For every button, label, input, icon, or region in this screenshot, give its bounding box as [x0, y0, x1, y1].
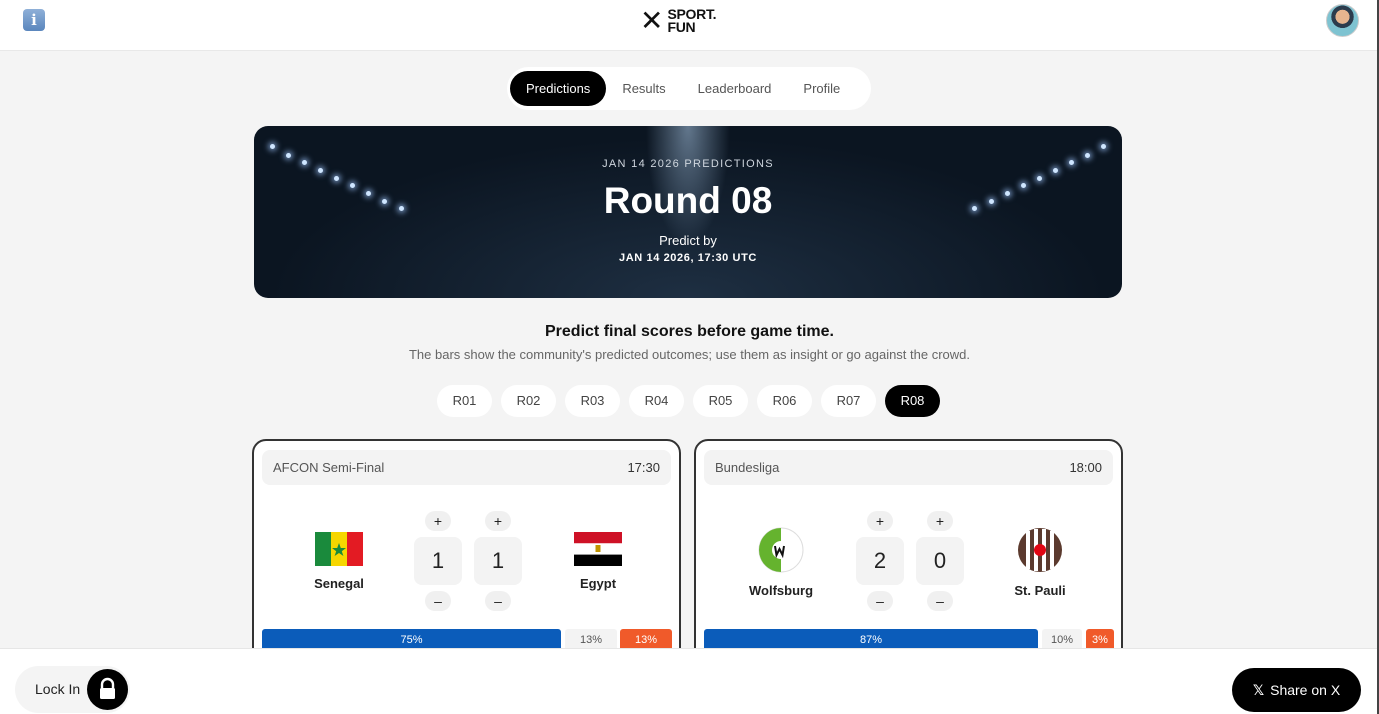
round-chip-r05[interactable]: R05	[693, 385, 748, 417]
instructions-subheading: The bars show the community's predicted …	[408, 347, 971, 362]
round-chip-r06[interactable]: R06	[757, 385, 812, 417]
logo-text: SPORT. FUN	[667, 7, 716, 35]
away-team-name: Egypt	[579, 576, 617, 591]
home-team: Wolfsburg	[736, 527, 826, 598]
sportfun-logo[interactable]: ✕ SPORT. FUN	[640, 5, 717, 36]
away-plus-button[interactable]: +	[485, 511, 511, 531]
round-chip-r08[interactable]: R08	[885, 385, 940, 417]
st-pauli-crest-icon	[1017, 527, 1063, 573]
tab-leaderboard[interactable]: Leaderboard	[682, 71, 788, 106]
round-selector: R01 R02 R03 R04 R05 R06 R07 R08	[437, 385, 940, 417]
home-team: Senegal	[294, 527, 384, 591]
tab-predictions[interactable]: Predictions	[510, 71, 607, 106]
round-chip-r01[interactable]: R01	[437, 385, 492, 417]
instructions-heading: Predict final scores before game time.	[545, 323, 834, 340]
away-team: St. Pauli	[995, 527, 1085, 598]
round-chip-r03[interactable]: R03	[565, 385, 620, 417]
match-header: Bundesliga 18:00	[704, 450, 1113, 485]
top-bar: i ✕ SPORT. FUN	[0, 0, 1379, 51]
info-icon[interactable]: i	[23, 9, 45, 31]
away-minus-button[interactable]: –	[927, 591, 953, 611]
away-score: 0	[916, 537, 964, 585]
lock-in-label: Lock In	[35, 681, 81, 697]
competition-name: AFCON Semi-Final	[273, 460, 385, 475]
home-plus-button[interactable]: +	[867, 511, 893, 531]
stadium-light	[270, 144, 275, 149]
match-header: AFCON Semi-Final 17:30	[262, 450, 671, 485]
match-card: Bundesliga 18:00 Wolfsburg + 2 – + 0 – S…	[694, 439, 1123, 669]
deadline-text: JAN 14 2026, 17:30 UTC	[619, 252, 757, 264]
lock-in-button[interactable]: Lock In	[15, 666, 130, 713]
home-plus-button[interactable]: +	[425, 511, 451, 531]
hero-title: Round 08	[603, 180, 773, 221]
bottom-action-bar: Lock In 𝕏 Share on X	[0, 648, 1379, 714]
away-score: 1	[474, 537, 522, 585]
tab-profile[interactable]: Profile	[787, 71, 856, 106]
home-score-stepper: + 2 –	[856, 511, 904, 611]
match-card: AFCON Semi-Final 17:30 Senegal + 1 – + 1…	[252, 439, 681, 669]
lock-icon	[87, 669, 128, 710]
user-avatar[interactable]	[1326, 4, 1359, 37]
away-plus-button[interactable]: +	[927, 511, 953, 531]
home-team-name: Wolfsburg	[748, 583, 814, 598]
senegal-flag-icon	[315, 532, 363, 566]
main-tabs: Predictions Results Leaderboard Profile	[507, 67, 871, 110]
logo-mark: ✕	[640, 5, 664, 36]
share-label: Share on X	[1270, 682, 1341, 698]
competition-name: Bundesliga	[715, 460, 780, 475]
x-logo-icon: 𝕏	[1252, 682, 1265, 698]
predict-by-label: Predict by	[659, 233, 717, 248]
round-chip-r04[interactable]: R04	[629, 385, 684, 417]
share-on-x-button[interactable]: 𝕏 Share on X	[1232, 668, 1361, 712]
hero-subtitle: JAN 14 2026 PREDICTIONS	[602, 158, 774, 170]
home-minus-button[interactable]: –	[425, 591, 451, 611]
wolfsburg-crest-icon	[758, 527, 804, 573]
home-team-name: Senegal	[314, 576, 364, 591]
round-hero-banner: JAN 14 2026 PREDICTIONS Round 08 Predict…	[254, 126, 1122, 298]
logo-line-2: FUN	[667, 19, 696, 35]
home-score: 1	[414, 537, 462, 585]
round-chip-r07[interactable]: R07	[821, 385, 876, 417]
away-minus-button[interactable]: –	[485, 591, 511, 611]
round-chip-r02[interactable]: R02	[501, 385, 556, 417]
away-team-name: St. Pauli	[1014, 583, 1066, 598]
egypt-flag-icon	[574, 532, 622, 566]
tab-results[interactable]: Results	[606, 71, 681, 106]
away-score-stepper: + 1 –	[474, 511, 522, 611]
home-score: 2	[856, 537, 904, 585]
away-score-stepper: + 0 –	[916, 511, 964, 611]
home-minus-button[interactable]: –	[867, 591, 893, 611]
away-team: Egypt	[553, 527, 643, 591]
kickoff-time: 18:00	[1069, 460, 1102, 475]
home-score-stepper: + 1 –	[414, 511, 462, 611]
kickoff-time: 17:30	[627, 460, 660, 475]
stadium-light	[1101, 144, 1106, 149]
